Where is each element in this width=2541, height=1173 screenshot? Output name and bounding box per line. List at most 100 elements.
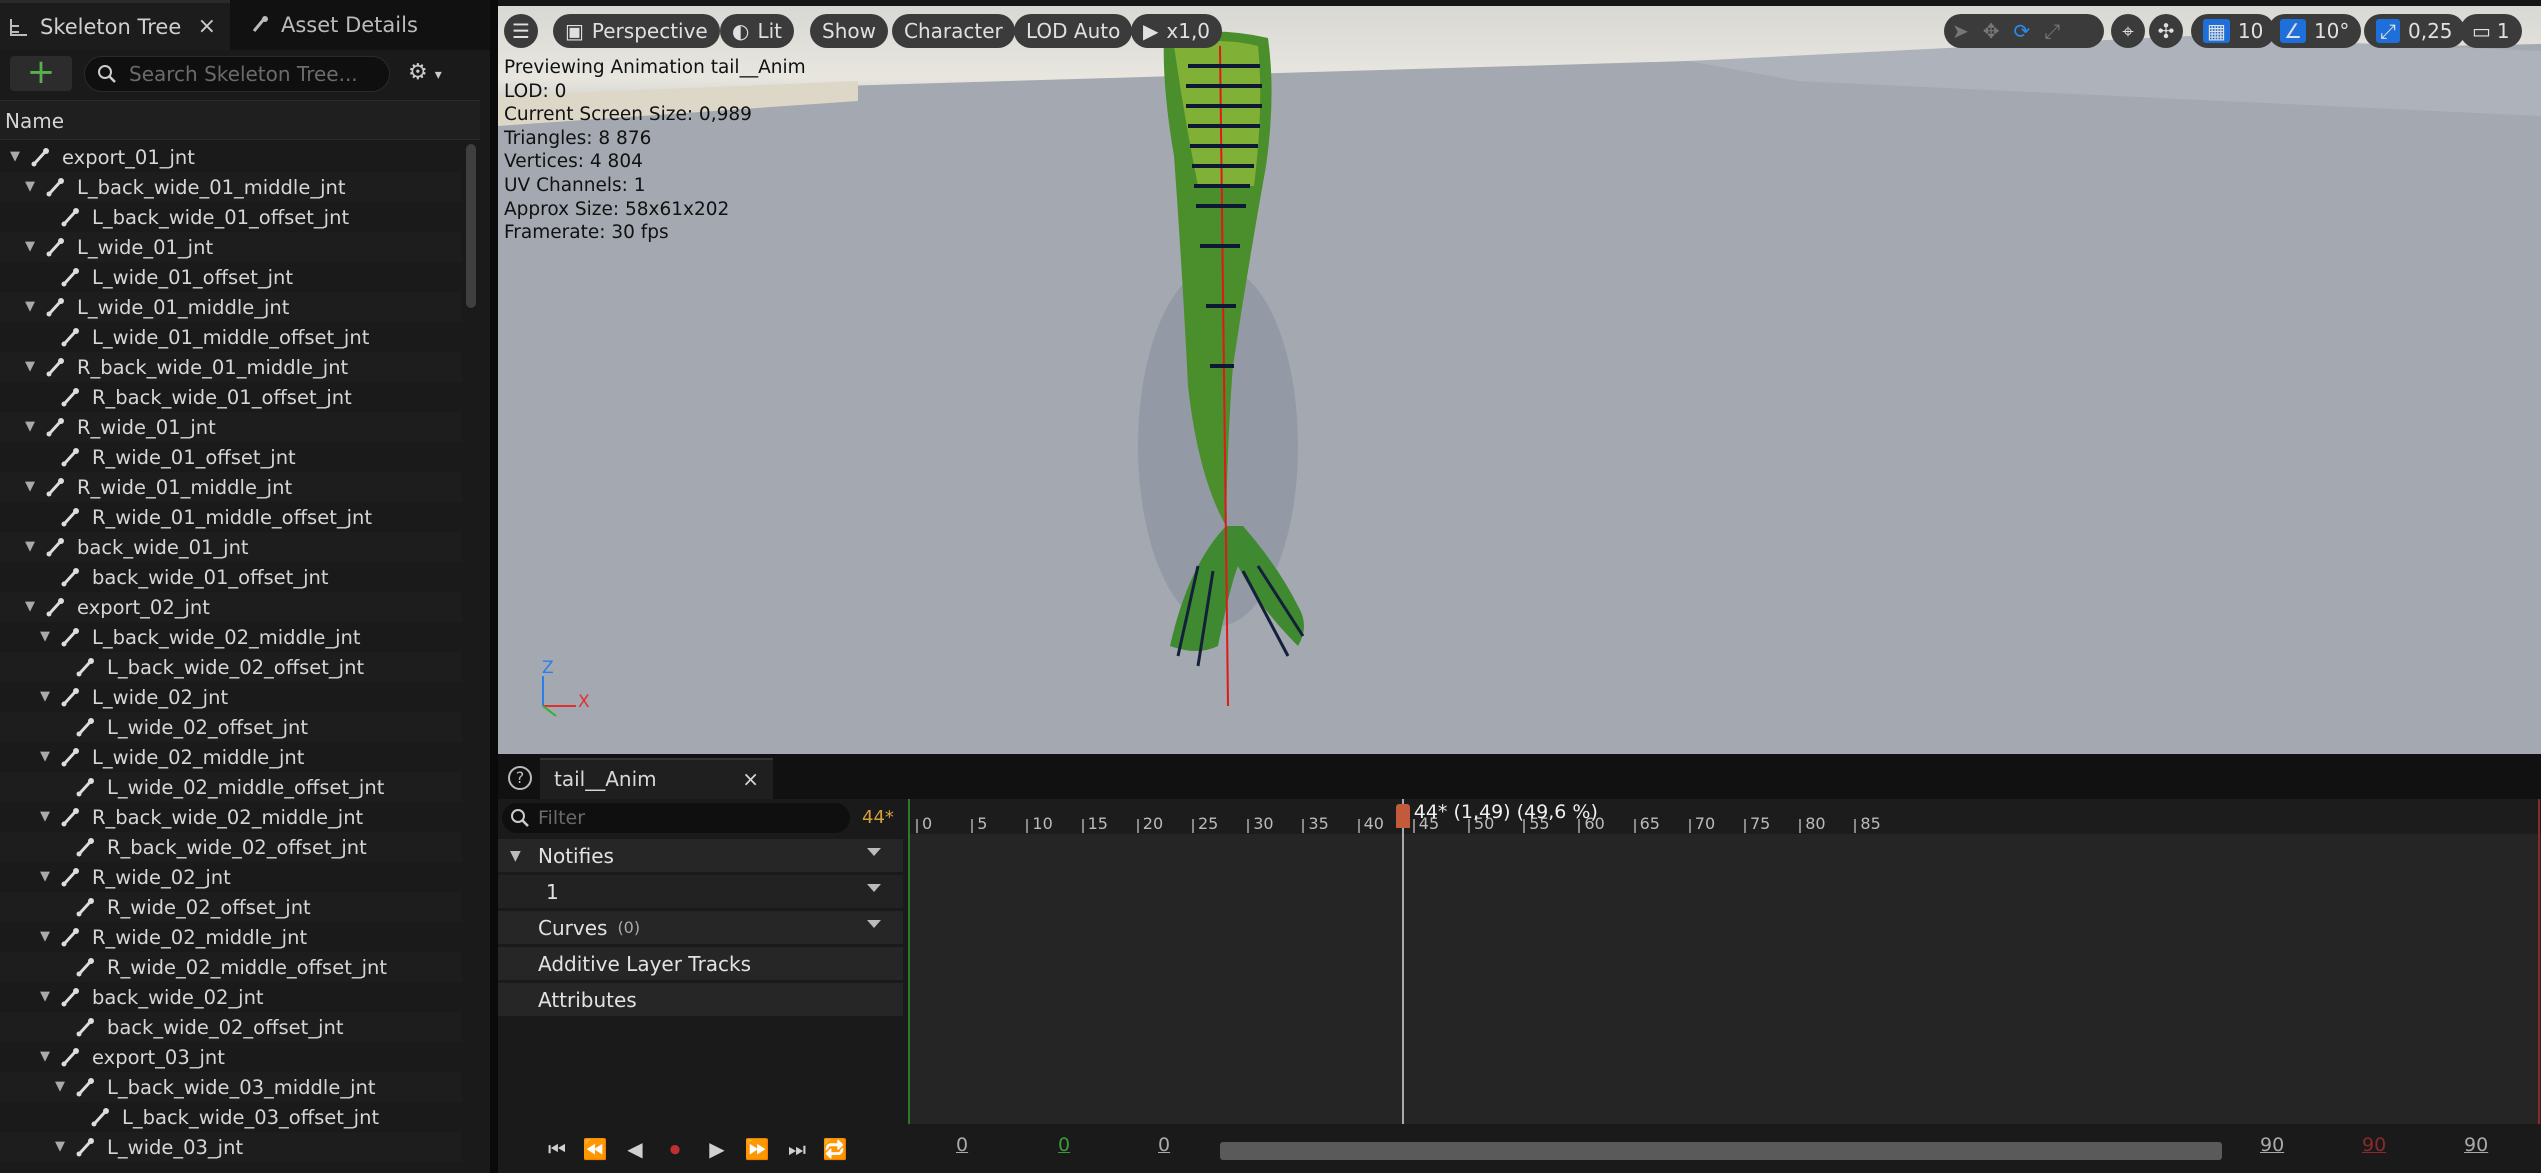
tree-row[interactable]: L_back_wide_03_offset_jnt bbox=[0, 1102, 462, 1132]
tree-row[interactable]: ▼ export_03_jnt bbox=[0, 1042, 462, 1072]
close-icon[interactable]: × bbox=[742, 760, 759, 798]
rotation-snap-button[interactable]: ∠ 10° bbox=[2268, 14, 2362, 48]
expand-arrow-icon[interactable]: ▼ bbox=[25, 180, 39, 194]
rotate-icon[interactable]: ⟳ bbox=[2014, 19, 2031, 43]
camera-speed-button[interactable]: ▭ 1 bbox=[2460, 14, 2522, 48]
expand-arrow-icon[interactable]: ▼ bbox=[40, 810, 54, 824]
tree-row[interactable]: R_wide_02_middle_offset_jnt bbox=[0, 952, 462, 982]
expand-arrow-icon[interactable]: ▼ bbox=[55, 1140, 69, 1154]
tree-row[interactable]: R_back_wide_02_offset_jnt bbox=[0, 832, 462, 862]
tree-scrollbar[interactable] bbox=[466, 144, 476, 308]
tree-row[interactable]: R_wide_02_offset_jnt bbox=[0, 892, 462, 922]
expand-arrow-icon[interactable]: ▼ bbox=[25, 420, 39, 434]
tree-row[interactable]: ▼ R_wide_02_middle_jnt bbox=[0, 922, 462, 952]
expand-arrow-icon[interactable]: ▼ bbox=[25, 600, 39, 614]
tree-row[interactable]: ▼ back_wide_01_jnt bbox=[0, 532, 462, 562]
tree-row[interactable]: ▼ L_back_wide_01_middle_jnt bbox=[0, 172, 462, 202]
expand-arrow-icon[interactable]: ▼ bbox=[25, 480, 39, 494]
tree-row[interactable]: L_wide_01_middle_offset_jnt bbox=[0, 322, 462, 352]
expand-arrow-icon[interactable]: ▼ bbox=[55, 1080, 69, 1094]
expand-arrow-icon[interactable]: ▼ bbox=[25, 300, 39, 314]
scale-snap-button[interactable]: ⤢ 0,25 bbox=[2364, 14, 2465, 48]
filter-input[interactable]: Filter bbox=[502, 803, 850, 833]
tree-row[interactable]: ▼ R_wide_02_jnt bbox=[0, 862, 462, 892]
tree-row[interactable]: L_back_wide_02_offset_jnt bbox=[0, 652, 462, 682]
expand-arrow-icon[interactable]: ▼ bbox=[40, 1050, 54, 1064]
tree-row[interactable]: ▼ L_wide_02_jnt bbox=[0, 682, 462, 712]
chevron-down-icon[interactable] bbox=[867, 884, 881, 892]
preview-viewport[interactable]: Z X ☰ ▣ Perspective ◐ Lit Show Character… bbox=[498, 6, 2541, 754]
tree-row[interactable]: ▼ export_02_jnt bbox=[0, 592, 462, 622]
close-icon[interactable]: × bbox=[198, 14, 216, 39]
track-attributes[interactable]: Attributes bbox=[498, 983, 903, 1016]
expand-arrow-icon[interactable]: ▼ bbox=[25, 540, 39, 554]
expand-arrow-icon[interactable]: ▼ bbox=[10, 150, 24, 164]
character-button[interactable]: Character bbox=[892, 14, 1015, 48]
column-header-name[interactable]: Name bbox=[0, 100, 480, 140]
track-curves[interactable]: Curves (0) bbox=[498, 911, 903, 944]
scale-icon[interactable]: ⤢ bbox=[2044, 19, 2060, 43]
tree-row[interactable]: ▼ L_wide_01_jnt bbox=[0, 232, 462, 262]
tree-row[interactable]: back_wide_01_offset_jnt bbox=[0, 562, 462, 592]
show-button[interactable]: Show bbox=[810, 14, 888, 48]
expand-arrow-icon[interactable]: ▼ bbox=[40, 870, 54, 884]
local-space-button[interactable]: ⌖ bbox=[2111, 14, 2145, 48]
view-end-field[interactable]: 90 bbox=[2464, 1134, 2488, 1156]
step-forward-button[interactable]: ⏩ bbox=[742, 1134, 772, 1164]
playback-speed-button[interactable]: ▶ x1,0 bbox=[1131, 14, 1223, 48]
playhead-line[interactable] bbox=[1401, 799, 1404, 1129]
tree-row[interactable]: ▼ R_wide_01_jnt bbox=[0, 412, 462, 442]
play-end-field[interactable]: 90 bbox=[2260, 1134, 2284, 1156]
tree-row[interactable]: ▼ R_back_wide_01_middle_jnt bbox=[0, 352, 462, 382]
grid-snap-button[interactable]: ▦ 10 bbox=[2191, 14, 2276, 48]
jump-to-start-button[interactable]: ⏮ bbox=[542, 1134, 572, 1164]
tree-row[interactable]: R_wide_01_middle_offset_jnt bbox=[0, 502, 462, 532]
loop-button[interactable]: 🔁 bbox=[820, 1134, 850, 1164]
expand-arrow-icon[interactable]: ▼ bbox=[510, 848, 521, 864]
time-ruler[interactable]: 0 5 10 15 20 25 30 35 40 45 50 55 60 65 70 75 80 85 bbox=[908, 799, 2541, 834]
working-end-field[interactable]: 90 bbox=[2362, 1134, 2386, 1156]
perspective-button[interactable]: ▣ Perspective bbox=[553, 14, 720, 48]
viewport-menu-button[interactable]: ☰ bbox=[504, 14, 538, 48]
view-start-field[interactable]: 0 bbox=[956, 1134, 968, 1156]
tab-skeleton-tree[interactable]: Skeleton Tree × bbox=[0, 0, 230, 50]
tree-row[interactable]: ▼ back_wide_02_jnt bbox=[0, 982, 462, 1012]
tree-row[interactable]: ▼ L_wide_01_middle_jnt bbox=[0, 292, 462, 322]
surface-snap-button[interactable]: ✣ bbox=[2149, 14, 2183, 48]
timeline-start-marker[interactable] bbox=[908, 799, 910, 1129]
working-start-field[interactable]: 0 bbox=[1058, 1134, 1070, 1156]
range-scrollbar[interactable] bbox=[1220, 1142, 2222, 1160]
translate-icon[interactable]: ✥ bbox=[1983, 19, 2000, 43]
tree-row[interactable]: R_back_wide_01_offset_jnt bbox=[0, 382, 462, 412]
play-button[interactable]: ▶ bbox=[702, 1134, 732, 1164]
tree-row[interactable]: L_wide_01_offset_jnt bbox=[0, 262, 462, 292]
gear-icon[interactable]: ⚙ ▾ bbox=[408, 60, 462, 88]
lit-button[interactable]: ◐ Lit bbox=[720, 14, 794, 48]
tree-row[interactable]: ▼ L_back_wide_02_middle_jnt bbox=[0, 622, 462, 652]
tree-row[interactable]: ▼ R_wide_01_middle_jnt bbox=[0, 472, 462, 502]
expand-arrow-icon[interactable]: ▼ bbox=[25, 360, 39, 374]
track-notifies[interactable]: ▼ Notifies bbox=[498, 839, 903, 872]
play-reverse-button[interactable]: ◀ bbox=[620, 1134, 650, 1164]
tree-row[interactable]: L_wide_02_middle_offset_jnt bbox=[0, 772, 462, 802]
tree-row[interactable]: back_wide_02_offset_jnt bbox=[0, 1012, 462, 1042]
tab-asset-details[interactable]: Asset Details bbox=[243, 0, 483, 50]
expand-arrow-icon[interactable]: ▼ bbox=[40, 750, 54, 764]
tree-row[interactable]: ▼ export_01_jnt bbox=[0, 142, 462, 172]
tree-row[interactable]: L_wide_02_offset_jnt bbox=[0, 712, 462, 742]
playhead-handle[interactable] bbox=[1395, 804, 1410, 828]
track-notify-1[interactable]: 1 bbox=[498, 875, 903, 908]
select-icon[interactable]: ➤ bbox=[1952, 19, 1969, 43]
record-button[interactable]: ⏺ bbox=[660, 1134, 690, 1164]
search-input[interactable]: Search Skeleton Tree... bbox=[84, 56, 390, 92]
chevron-down-icon[interactable] bbox=[867, 920, 881, 928]
tree-row[interactable]: ▼ R_back_wide_02_middle_jnt bbox=[0, 802, 462, 832]
play-start-field[interactable]: 0 bbox=[1158, 1134, 1170, 1156]
lod-button[interactable]: LOD Auto bbox=[1014, 14, 1133, 48]
timeline-end-marker[interactable] bbox=[2538, 799, 2540, 1129]
tree-row[interactable]: ▼ L_wide_03_jnt bbox=[0, 1132, 462, 1162]
jump-to-end-button[interactable]: ⏭ bbox=[782, 1134, 812, 1164]
tab-anim[interactable]: tail__Anim × bbox=[540, 758, 773, 799]
chevron-down-icon[interactable] bbox=[867, 848, 881, 856]
tree-row[interactable]: ▼ L_wide_02_middle_jnt bbox=[0, 742, 462, 772]
